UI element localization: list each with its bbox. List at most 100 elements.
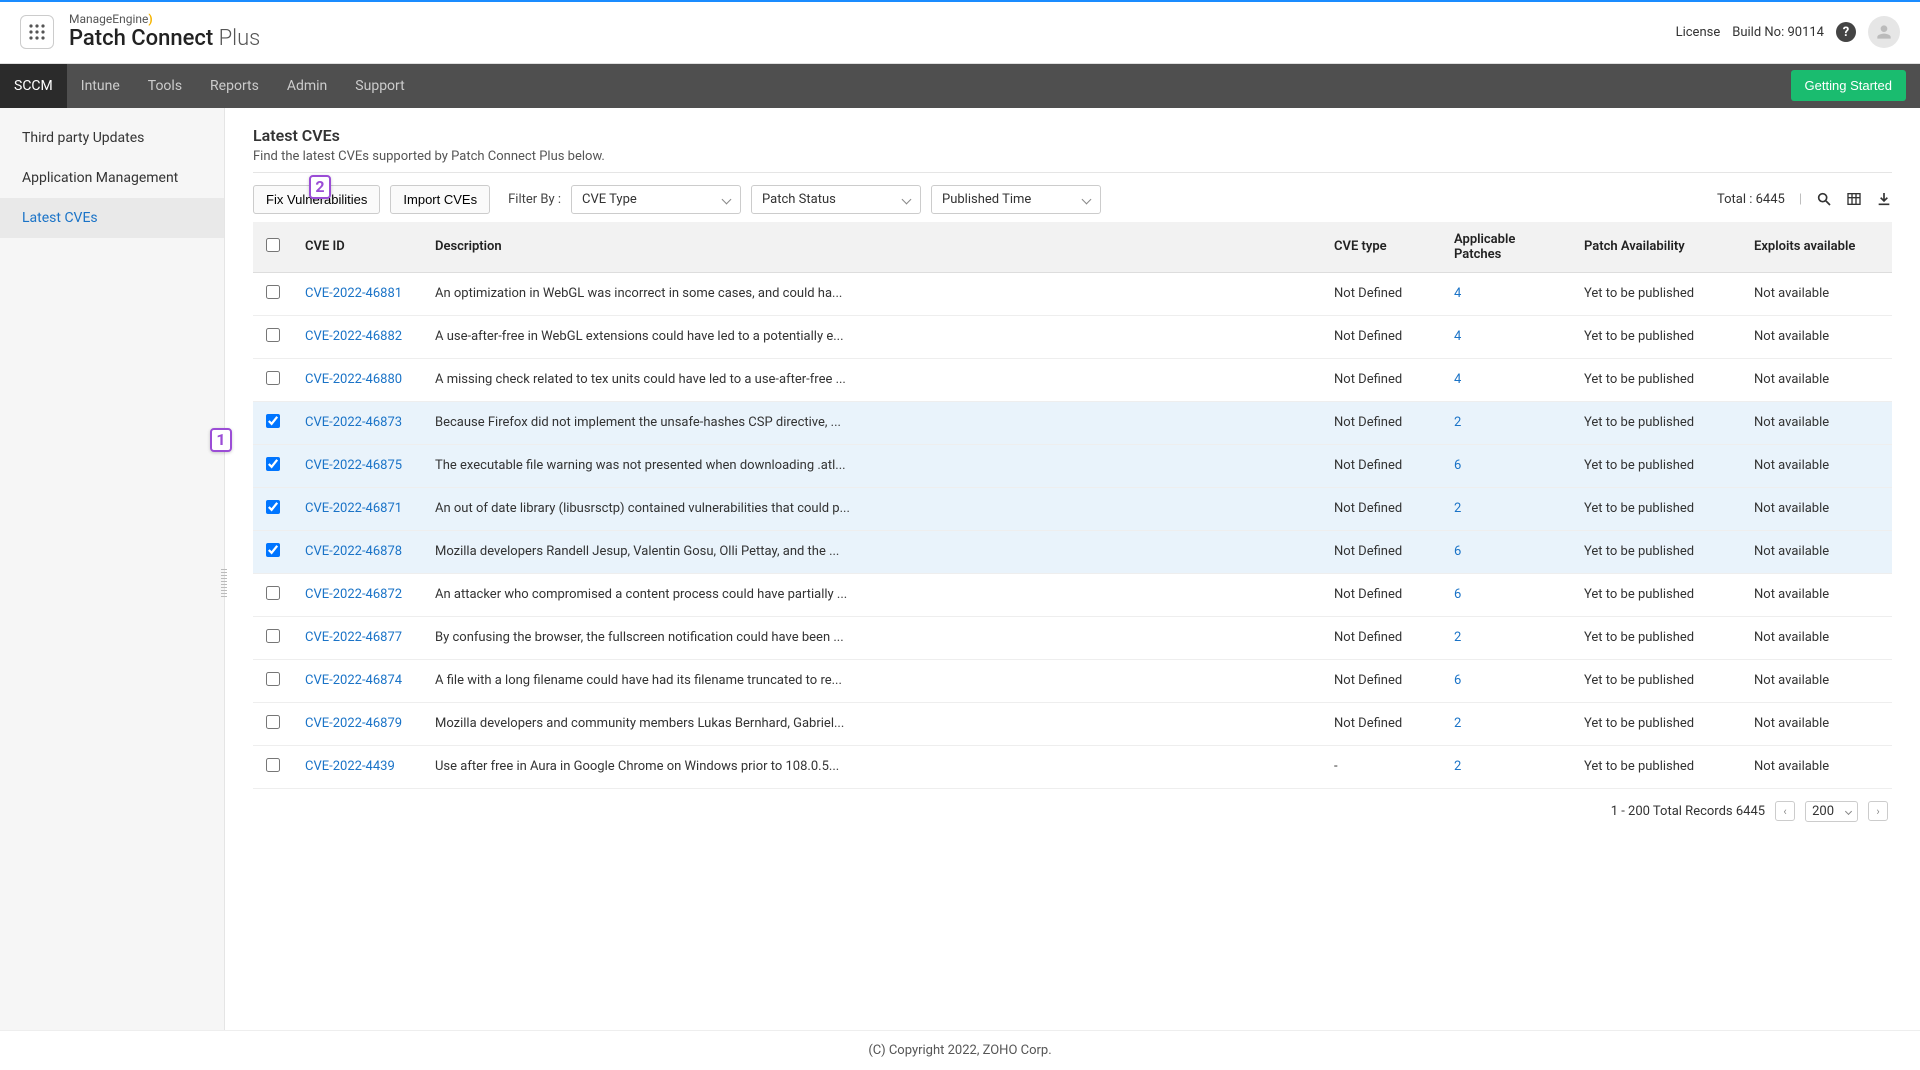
select-all-checkbox[interactable] [266,238,280,252]
row-checkbox[interactable] [266,672,280,686]
pager: 1 - 200 Total Records 6445 ‹ 200 › [253,789,1892,826]
page-size-select[interactable]: 200 [1805,801,1858,822]
col-description[interactable]: Description [423,222,1322,273]
cve-type-select[interactable]: CVE Type [571,185,741,214]
row-checkbox[interactable] [266,586,280,600]
sidebar-item-third-party-updates[interactable]: Third party Updates [0,118,224,158]
build-number: Build No: 90114 [1732,25,1824,40]
row-checkbox[interactable] [266,758,280,772]
patches-link[interactable]: 4 [1454,329,1461,344]
cve-type: - [1322,745,1442,788]
apps-grid-icon[interactable] [20,15,54,49]
cve-id-link[interactable]: CVE-2022-46871 [305,501,402,516]
cve-type: Not Defined [1322,616,1442,659]
cve-id-link[interactable]: CVE-2022-46878 [305,544,402,559]
patch-availability: Yet to be published [1572,358,1742,401]
patches-link[interactable]: 4 [1454,286,1461,301]
nav-tools[interactable]: Tools [134,64,196,108]
patches-link[interactable]: 6 [1454,673,1461,688]
table-row: CVE-2022-4439Use after free in Aura in G… [253,745,1892,788]
row-checkbox[interactable] [266,500,280,514]
row-checkbox[interactable] [266,457,280,471]
table-row: CVE-2022-46871 An out of date library (li… [253,487,1892,530]
row-checkbox[interactable] [266,285,280,299]
table-row: CVE-2022-46881An optimization in WebGL w… [253,272,1892,315]
nav-reports[interactable]: Reports [196,64,273,108]
sidebar-item-application-management[interactable]: Application Management [0,158,224,198]
exploits-available: Not available [1742,487,1892,530]
patch-status-select[interactable]: Patch Status [751,185,921,214]
help-icon[interactable]: ? [1836,22,1856,42]
exploits-available: Not available [1742,401,1892,444]
getting-started-button[interactable]: Getting Started [1791,70,1906,101]
nav-intune[interactable]: Intune [67,64,134,108]
columns-icon[interactable] [1846,191,1862,207]
cve-id-link[interactable]: CVE-2022-46880 [305,372,402,387]
col-cve-id[interactable]: CVE ID [293,222,423,273]
col-exploits[interactable]: Exploits available [1742,222,1892,273]
cve-description: Because Firefox did not implement the un… [423,401,1322,444]
cve-description: A file with a long filename could have h… [423,659,1322,702]
prev-page-button[interactable]: ‹ [1775,801,1795,821]
cve-type-value: CVE Type [582,192,637,207]
table-row: CVE-2022-46873 Because Firefox did not im… [253,401,1892,444]
license-link[interactable]: License [1676,25,1721,40]
page-subtitle: Find the latest CVEs supported by Patch … [253,149,1892,164]
col-applicable-patches[interactable]: Applicable Patches [1442,222,1572,273]
col-cve-type[interactable]: CVE type [1322,222,1442,273]
page-size-value: 200 [1812,804,1834,819]
next-page-button[interactable]: › [1868,801,1888,821]
cve-type: Not Defined [1322,272,1442,315]
row-checkbox[interactable] [266,629,280,643]
row-checkbox[interactable] [266,715,280,729]
cve-description: By confusing the browser, the fullscreen… [423,616,1322,659]
sidebar-item-latest-cves[interactable]: Latest CVEs [0,198,224,238]
cve-id-link[interactable]: CVE-2022-4439 [305,759,395,774]
nav-support[interactable]: Support [341,64,418,108]
cve-id-link[interactable]: CVE-2022-46879 [305,716,402,731]
cve-id-link[interactable]: CVE-2022-46881 [305,286,402,301]
table-row: CVE-2022-46882A use-after-free in WebGL … [253,315,1892,358]
cve-type: Not Defined [1322,530,1442,573]
patches-link[interactable]: 2 [1454,630,1461,645]
patch-availability: Yet to be published [1572,401,1742,444]
cve-id-link[interactable]: CVE-2022-46877 [305,630,402,645]
user-avatar[interactable] [1868,16,1900,48]
published-time-select[interactable]: Published Time [931,185,1101,214]
cve-description: An out of date library (libusrsctp) cont… [423,487,1322,530]
exploits-available: Not available [1742,702,1892,745]
patches-link[interactable]: 2 [1454,759,1461,774]
patches-link[interactable]: 6 [1454,587,1461,602]
export-icon[interactable] [1876,191,1892,207]
patches-link[interactable]: 2 [1454,415,1461,430]
patches-link[interactable]: 4 [1454,372,1461,387]
import-cves-button[interactable]: Import CVEs [390,185,490,214]
nav-sccm[interactable]: SCCM [0,64,67,108]
row-checkbox[interactable] [266,543,280,557]
separator: | [1799,192,1802,207]
exploits-available: Not available [1742,444,1892,487]
row-checkbox[interactable] [266,414,280,428]
row-checkbox[interactable] [266,328,280,342]
patches-link[interactable]: 6 [1454,458,1461,473]
col-patch-availability[interactable]: Patch Availability [1572,222,1742,273]
cve-id-link[interactable]: CVE-2022-46872 [305,587,402,602]
patches-link[interactable]: 2 [1454,501,1461,516]
cve-id-link[interactable]: CVE-2022-46874 [305,673,402,688]
cve-description: A missing check related to tex units cou… [423,358,1322,401]
exploits-available: Not available [1742,358,1892,401]
cve-type: Not Defined [1322,573,1442,616]
search-icon[interactable] [1816,191,1832,207]
cve-description: The executable file warning was not pres… [423,444,1322,487]
nav-admin[interactable]: Admin [273,64,341,108]
cve-id-link[interactable]: CVE-2022-46882 [305,329,402,344]
table-row: CVE-2022-46872An attacker who compromise… [253,573,1892,616]
table-row: CVE-2022-46879Mozilla developers and com… [253,702,1892,745]
brand-top-label: ManageEngine [69,12,148,26]
row-checkbox[interactable] [266,371,280,385]
cve-id-link[interactable]: CVE-2022-46875 [305,458,402,473]
patch-availability: Yet to be published [1572,530,1742,573]
cve-id-link[interactable]: CVE-2022-46873 [305,415,402,430]
patches-link[interactable]: 6 [1454,544,1461,559]
patches-link[interactable]: 2 [1454,716,1461,731]
